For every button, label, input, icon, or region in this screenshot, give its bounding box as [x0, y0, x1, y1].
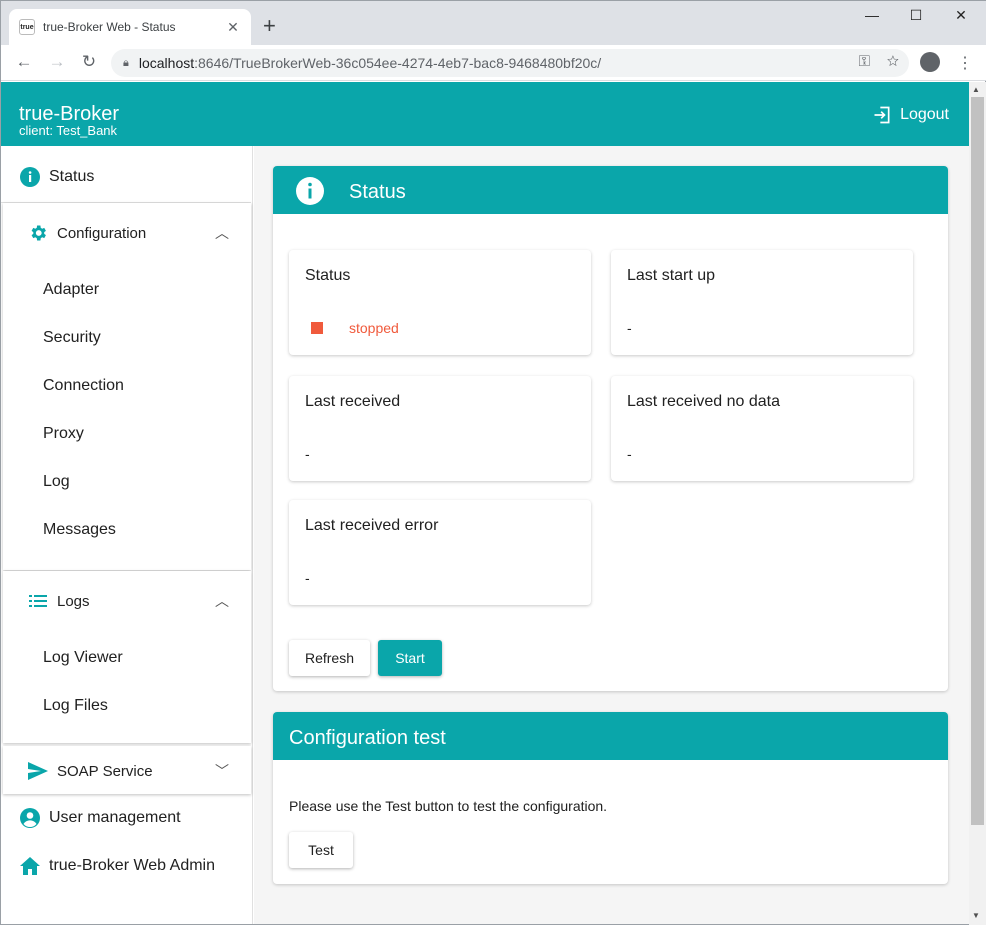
profile-avatar-icon[interactable]	[920, 52, 940, 72]
configuration-section: Configuration ︿ Adapter Security Connect…	[3, 203, 251, 570]
tab-close-icon[interactable]: ✕	[225, 19, 241, 36]
sidebar-item-configuration[interactable]: Configuration ︿	[27, 222, 249, 244]
forward-icon[interactable]: →	[46, 52, 68, 72]
sidebar-item-connection[interactable]: Connection	[43, 377, 124, 395]
start-button[interactable]: Start	[378, 640, 442, 676]
scroll-down-arrow-icon[interactable]: ▼	[972, 911, 980, 920]
box-value: -	[305, 446, 310, 462]
sidebar-item-log[interactable]: Log	[43, 473, 70, 491]
minimize-button[interactable]: —	[850, 7, 894, 23]
sidebar-item-logs[interactable]: Logs ︿	[27, 590, 249, 612]
omnibox-actions: ⚿ ☆	[859, 53, 899, 70]
back-icon[interactable]: ←	[13, 52, 35, 72]
sidebar-item-label: true-Broker Web Admin	[49, 857, 215, 874]
url-text: localhost:8646/TrueBrokerWeb-36c054ee-42…	[138, 55, 602, 71]
lock-icon: 🔒︎	[123, 56, 129, 69]
sidebar-item-label: SOAP Service	[57, 762, 153, 780]
new-tab-button[interactable]: +	[263, 15, 276, 37]
key-icon[interactable]: ⚿	[859, 53, 870, 70]
app-header: true-Broker client: Test_Bank Logout	[1, 82, 969, 146]
close-window-button[interactable]: ✕	[939, 7, 983, 24]
main-content: Status Status stopped Last start up - La…	[254, 146, 969, 924]
last-received-error-box: Last received error -	[289, 500, 591, 605]
sidebar-item-log-files[interactable]: Log Files	[43, 697, 108, 715]
box-title: Last received	[305, 393, 401, 410]
send-icon	[27, 760, 49, 782]
test-button[interactable]: Test	[289, 832, 353, 868]
config-test-title: Configuration test	[289, 727, 446, 749]
last-received-box: Last received -	[289, 376, 591, 481]
sidebar-item-label: Configuration	[57, 224, 147, 242]
browser-tab[interactable]: true true-Broker Web - Status ✕	[9, 9, 251, 45]
config-test-description: Please use the Test button to test the c…	[289, 798, 608, 814]
logs-section: Logs ︿ Log Viewer Log Files	[3, 571, 251, 743]
maximize-button[interactable]: ☐	[894, 7, 938, 24]
status-card-title: Status	[349, 181, 406, 203]
status-box: Status stopped	[289, 250, 591, 355]
box-value: -	[627, 320, 632, 336]
box-title: Last start up	[627, 267, 716, 284]
refresh-button[interactable]: Refresh	[289, 640, 370, 676]
sidebar-item-security[interactable]: Security	[43, 329, 101, 347]
tab-title: true-Broker Web - Status	[43, 20, 176, 34]
star-icon[interactable]: ☆	[887, 53, 899, 70]
sidebar-item-messages[interactable]: Messages	[43, 521, 116, 539]
sidebar-item-label: Logs	[57, 592, 90, 610]
scroll-up-arrow-icon[interactable]: ▲	[972, 85, 980, 94]
favicon-icon: true	[19, 19, 35, 35]
account-circle-icon	[19, 807, 41, 829]
box-title: Last received error	[305, 517, 439, 534]
box-title: Last received no data	[627, 393, 780, 410]
sidebar-item-user-management[interactable]: User management	[19, 807, 249, 829]
configuration-test-card: Configuration test Please use the Test b…	[273, 712, 948, 884]
browser-menu-icon[interactable]: ⋮	[957, 53, 973, 73]
status-value: stopped	[349, 320, 399, 336]
soap-section: SOAP Service ﹀	[3, 746, 251, 794]
box-value: -	[305, 570, 310, 586]
sidebar-item-label: Status	[49, 168, 95, 185]
logout-label: Logout	[900, 106, 949, 123]
reload-icon[interactable]: ↻	[78, 52, 100, 72]
sidebar-item-log-viewer[interactable]: Log Viewer	[43, 649, 123, 667]
sidebar-item-soap-service[interactable]: SOAP Service ﹀	[27, 760, 249, 782]
info-icon	[19, 166, 41, 188]
list-icon	[27, 590, 49, 612]
chevron-up-icon[interactable]: ︿	[215, 223, 229, 243]
client-name: client: Test_Bank	[19, 123, 118, 138]
box-title: Status	[305, 267, 351, 284]
gear-icon	[27, 222, 49, 244]
last-received-no-data-box: Last received no data -	[611, 376, 913, 481]
chevron-down-icon[interactable]: ﹀	[215, 761, 229, 781]
home-icon	[19, 855, 41, 877]
sidebar-item-status[interactable]: Status	[19, 166, 249, 188]
last-start-up-box: Last start up -	[611, 250, 913, 355]
info-icon	[296, 177, 324, 205]
stopped-indicator-icon	[311, 322, 323, 334]
sidebar-item-adapter[interactable]: Adapter	[43, 281, 99, 299]
box-value: -	[627, 446, 632, 462]
sidebar-item-admin[interactable]: true-Broker Web Admin	[19, 855, 249, 877]
scrollbar-thumb[interactable]	[971, 97, 984, 825]
config-test-header: Configuration test	[273, 712, 948, 760]
browser-titlebar: true true-Broker Web - Status ✕ + — ☐ ✕	[1, 1, 986, 45]
browser-toolbar: ← → ↻ 🔒︎ localhost:8646/TrueBrokerWeb-36…	[1, 45, 986, 81]
chevron-up-icon[interactable]: ︿	[215, 591, 229, 611]
sidebar-item-proxy[interactable]: Proxy	[43, 425, 84, 443]
address-bar[interactable]: 🔒︎ localhost:8646/TrueBrokerWeb-36c054ee…	[111, 49, 909, 77]
sidebar-item-label: User management	[49, 809, 181, 826]
status-card-header: Status	[273, 166, 948, 214]
status-card: Status Status stopped Last start up - La…	[273, 166, 948, 691]
sidebar: Status Configuration ︿ Adapter Security …	[1, 146, 253, 924]
logout-button[interactable]: Logout	[872, 105, 949, 125]
logout-icon	[874, 106, 890, 124]
